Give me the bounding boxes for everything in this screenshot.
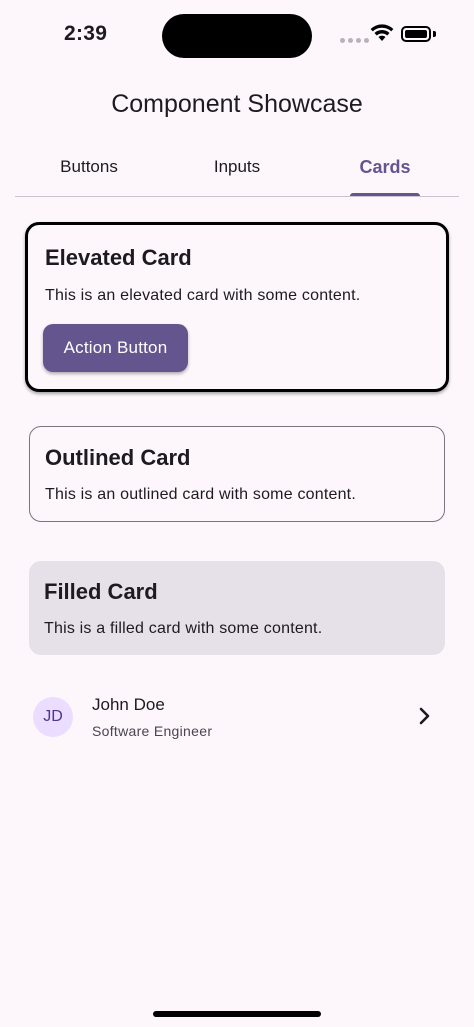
outlined-card: Outlined Card This is an outlined card w… — [29, 426, 445, 522]
elevated-card: Elevated Card This is an elevated card w… — [25, 222, 449, 392]
dynamic-island — [162, 14, 312, 58]
outlined-card-body: This is an outlined card with some conte… — [45, 486, 356, 503]
list-item[interactable]: JD John Doe Software Engineer — [15, 683, 459, 751]
elevated-card-title: Elevated Card — [45, 245, 192, 270]
filled-card-body: This is a filled card with some content. — [44, 620, 323, 637]
avatar: JD — [33, 697, 73, 737]
battery-tip — [433, 31, 436, 37]
outlined-card-title: Outlined Card — [45, 445, 191, 470]
tab-buttons[interactable]: Buttons — [15, 157, 163, 177]
signal-icon — [340, 38, 369, 43]
action-button[interactable]: Action Button — [43, 324, 188, 372]
page-title: Component Showcase — [111, 90, 363, 118]
home-indicator[interactable] — [153, 1011, 321, 1017]
status-time: 2:39 — [64, 22, 108, 45]
list-item-title: John Doe — [92, 695, 165, 714]
tab-cards[interactable]: Cards — [311, 157, 459, 178]
filled-card-title: Filled Card — [44, 579, 158, 604]
tab-indicator — [350, 193, 420, 196]
status-bar: 2:39 — [0, 0, 474, 70]
battery-icon — [401, 26, 431, 42]
tab-bar: Buttons Inputs Cards — [15, 145, 459, 197]
chevron-right-icon — [419, 707, 430, 725]
tab-inputs[interactable]: Inputs — [163, 157, 311, 177]
wifi-icon — [370, 24, 394, 41]
list-item-subtitle: Software Engineer — [92, 723, 213, 739]
filled-card: Filled Card This is a filled card with s… — [29, 561, 445, 655]
elevated-card-body: This is an elevated card with some conte… — [45, 287, 361, 304]
